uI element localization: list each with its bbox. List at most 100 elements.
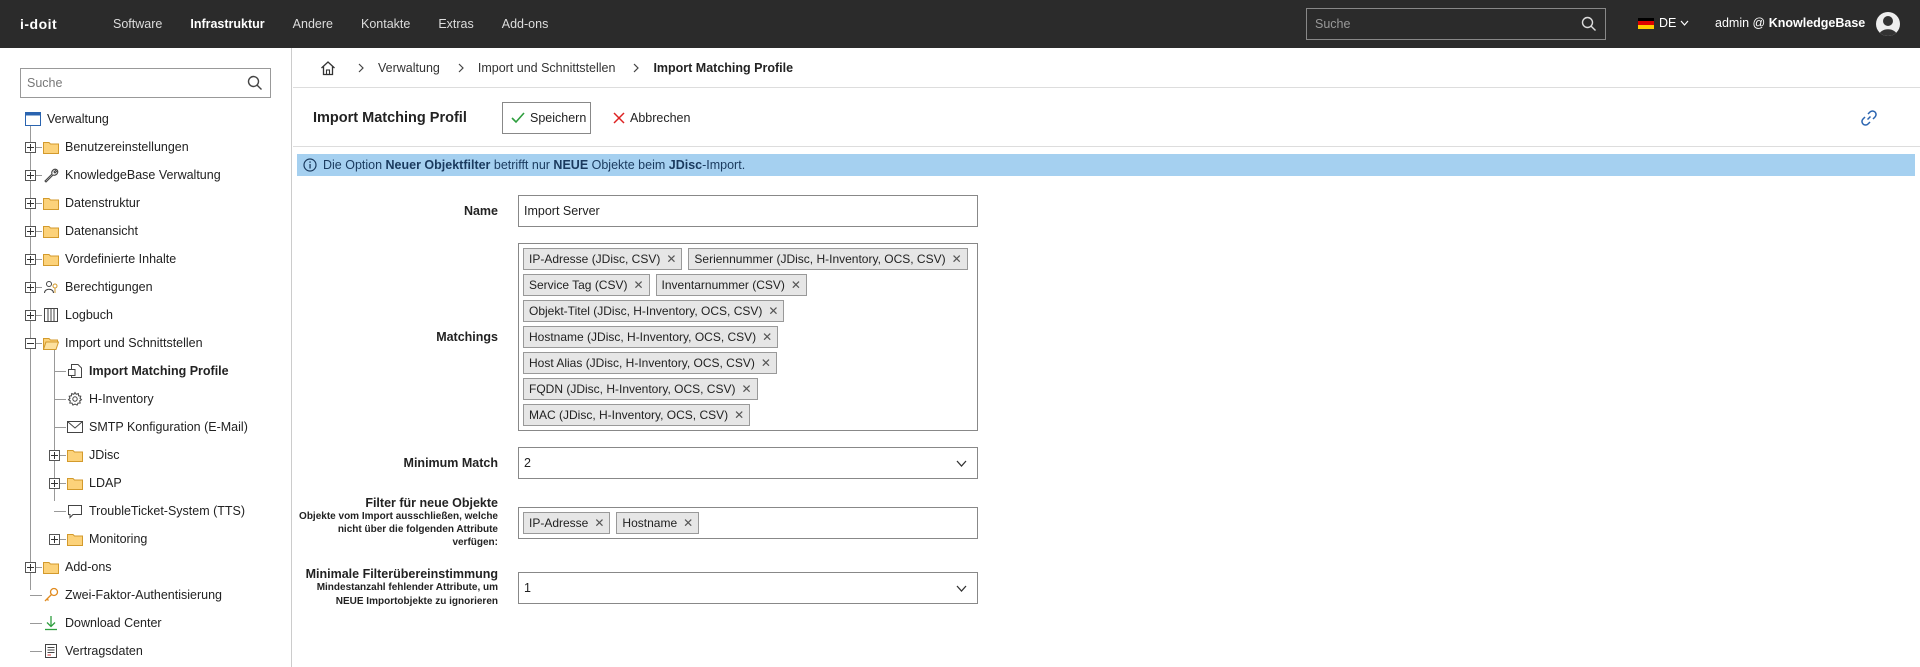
avatar[interactable] <box>1876 12 1900 36</box>
filter-sub-2: nicht über die folgenden Attribute <box>337 524 498 535</box>
expand-icon[interactable] <box>25 253 36 265</box>
remove-chip-icon[interactable]: ✕ <box>666 252 676 266</box>
sidebar-item-troubleticket-system-tts[interactable]: TroubleTicket-System (TTS) <box>49 500 245 522</box>
minimum-match-select[interactable]: 2 <box>518 447 978 479</box>
link-icon[interactable] <box>1860 109 1878 130</box>
tree-root-verwaltung[interactable]: Verwaltung <box>24 108 109 130</box>
search-icon[interactable] <box>1573 9 1605 39</box>
min-filter-label: Minimale Filterübereinstimmung <box>305 567 498 581</box>
folder-icon <box>42 139 60 155</box>
filter-multiselect[interactable]: IP-Adresse ✕ Hostname ✕ <box>518 507 978 539</box>
expand-icon[interactable] <box>25 141 36 153</box>
sidebar-item-datenstruktur[interactable]: Datenstruktur <box>25 192 140 214</box>
info-text: Die Option Neuer Objektfilter betrifft n… <box>323 158 746 172</box>
selected-chip[interactable]: Service Tag (CSV) ✕ <box>523 274 650 296</box>
sidebar-item-label: Vordefinierte Inhalte <box>65 252 177 266</box>
save-button[interactable]: Speichern <box>502 101 591 134</box>
german-flag-icon <box>1638 17 1654 29</box>
sidebar-item-zwei-faktor-authentisierung[interactable]: Zwei-Faktor-Authentisierung <box>25 584 222 606</box>
sidebar-item-h-inventory[interactable]: H-Inventory <box>49 388 154 410</box>
chevron-right-icon <box>458 63 464 73</box>
sidebar-item-jdisc[interactable]: JDisc <box>49 444 120 466</box>
selected-chip[interactable]: Hostname (JDisc, H-Inventory, OCS, CSV) ✕ <box>523 326 779 348</box>
expand-icon[interactable] <box>25 197 36 209</box>
name-field[interactable]: Import Server <box>518 195 978 227</box>
sidebar-item-add-ons[interactable]: Add-ons <box>25 556 112 578</box>
selected-chip[interactable]: Seriennummer (JDisc, H-Inventory, OCS, C… <box>688 248 968 270</box>
chip-row: Host Alias (JDisc, H-Inventory, OCS, CSV… <box>523 352 973 378</box>
info-icon <box>303 158 317 172</box>
sidebar-item-berechtigungen[interactable]: Berechtigungen <box>25 276 153 298</box>
expand-icon[interactable] <box>25 309 36 321</box>
sidebar-item-monitoring[interactable]: Monitoring <box>49 528 147 550</box>
nav-extras[interactable]: Extras <box>438 17 473 31</box>
selected-chip[interactable]: FQDN (JDisc, H-Inventory, OCS, CSV) ✕ <box>523 378 758 400</box>
remove-chip-icon[interactable]: ✕ <box>734 408 744 422</box>
remove-chip-icon[interactable]: ✕ <box>762 330 772 344</box>
global-search-input[interactable] <box>1307 17 1573 31</box>
selected-chip[interactable]: MAC (JDisc, H-Inventory, OCS, CSV) ✕ <box>523 404 751 426</box>
collapse-icon[interactable] <box>25 337 36 349</box>
expand-icon[interactable] <box>49 477 60 489</box>
nav-software[interactable]: Software <box>113 17 162 31</box>
sidebar-item-datenansicht[interactable]: Datenansicht <box>25 220 138 242</box>
user-menu[interactable]: admin @ KnowledgeBase <box>1715 16 1865 30</box>
nav-infrastruktur[interactable]: Infrastruktur <box>190 17 264 31</box>
expand-icon[interactable] <box>49 533 60 545</box>
wrench-icon <box>42 167 60 183</box>
remove-chip-icon[interactable]: ✕ <box>594 516 604 530</box>
remove-chip-icon[interactable]: ✕ <box>683 516 693 530</box>
nav-kontakte[interactable]: Kontakte <box>361 17 410 31</box>
remove-chip-icon[interactable]: ✕ <box>633 278 643 292</box>
breadcrumb-verwaltung[interactable]: Verwaltung <box>378 61 440 75</box>
min-filter-select[interactable]: 1 <box>518 572 978 604</box>
sidebar-item-label: LDAP <box>89 476 122 490</box>
folder-icon <box>66 447 84 463</box>
sidebar-item-download-center[interactable]: Download Center <box>25 612 162 634</box>
sidebar-item-knowledgebase-verwaltung[interactable]: KnowledgeBase Verwaltung <box>25 164 221 186</box>
selected-chip[interactable]: Objekt-Titel (JDisc, H-Inventory, OCS, C… <box>523 300 785 322</box>
selected-chip[interactable]: IP-Adresse (JDisc, CSV) ✕ <box>523 248 683 270</box>
sidebar-item-vordefinierte-inhalte[interactable]: Vordefinierte Inhalte <box>25 248 176 270</box>
search-icon[interactable] <box>240 75 270 91</box>
chip-row: Hostname (JDisc, H-Inventory, OCS, CSV) ✕ <box>523 326 973 352</box>
sidebar-item-vertragsdaten[interactable]: Vertragsdaten <box>25 640 143 662</box>
remove-chip-icon[interactable]: ✕ <box>741 382 751 396</box>
cancel-button[interactable]: Abbrechen <box>605 102 698 134</box>
sidebar-item-benutzereinstellungen[interactable]: Benutzereinstellungen <box>25 136 189 158</box>
chevron-down-icon <box>1680 20 1689 26</box>
remove-chip-icon[interactable]: ✕ <box>761 356 771 370</box>
nav-addons[interactable]: Add-ons <box>502 17 549 31</box>
nav-andere[interactable]: Andere <box>293 17 333 31</box>
sidebar-item-import-matching-profile[interactable]: Import Matching Profile <box>49 360 229 382</box>
chip-label: Host Alias (JDisc, H-Inventory, OCS, CSV… <box>529 356 755 370</box>
sidebar-item-logbuch[interactable]: Logbuch <box>25 304 113 326</box>
selected-chip[interactable]: Inventarnummer (CSV) ✕ <box>655 274 807 296</box>
expand-icon[interactable] <box>49 449 60 461</box>
remove-chip-icon[interactable]: ✕ <box>952 252 962 266</box>
folder-icon <box>66 531 84 547</box>
folder-icon <box>66 475 84 491</box>
breadcrumb-import-schnittstellen[interactable]: Import und Schnittstellen <box>478 61 616 75</box>
chip-label: Service Tag (CSV) <box>529 278 628 292</box>
sidebar-item-label: Monitoring <box>89 532 148 546</box>
expand-icon[interactable] <box>25 561 36 573</box>
expand-icon[interactable] <box>25 225 36 237</box>
selected-chip[interactable]: IP-Adresse ✕ <box>523 512 611 534</box>
selected-chip[interactable]: Host Alias (JDisc, H-Inventory, OCS, CSV… <box>523 352 777 374</box>
expand-icon[interactable] <box>25 169 36 181</box>
sidebar-item-smtp-konfiguration-e-mail[interactable]: SMTP Konfiguration (E-Mail) <box>49 416 248 438</box>
idoit-logo[interactable]: i-doit <box>20 16 78 32</box>
remove-chip-icon[interactable]: ✕ <box>768 304 778 318</box>
expand-icon[interactable] <box>25 281 36 293</box>
breadcrumb-current: Import Matching Profile <box>653 60 794 75</box>
remove-chip-icon[interactable]: ✕ <box>791 278 801 292</box>
sidebar-search-input[interactable] <box>21 76 240 90</box>
language-selector[interactable]: DE <box>1638 16 1689 30</box>
sidebar-item-import-und-schnittstellen[interactable]: Import und Schnittstellen <box>25 332 203 354</box>
selected-chip[interactable]: Hostname ✕ <box>616 512 700 534</box>
global-search <box>1306 8 1606 40</box>
sidebar-item-ldap[interactable]: LDAP <box>49 472 122 494</box>
matchings-multiselect[interactable]: IP-Adresse (JDisc, CSV) ✕ Seriennummer (JD… <box>518 243 978 431</box>
home-icon[interactable] <box>320 60 340 76</box>
